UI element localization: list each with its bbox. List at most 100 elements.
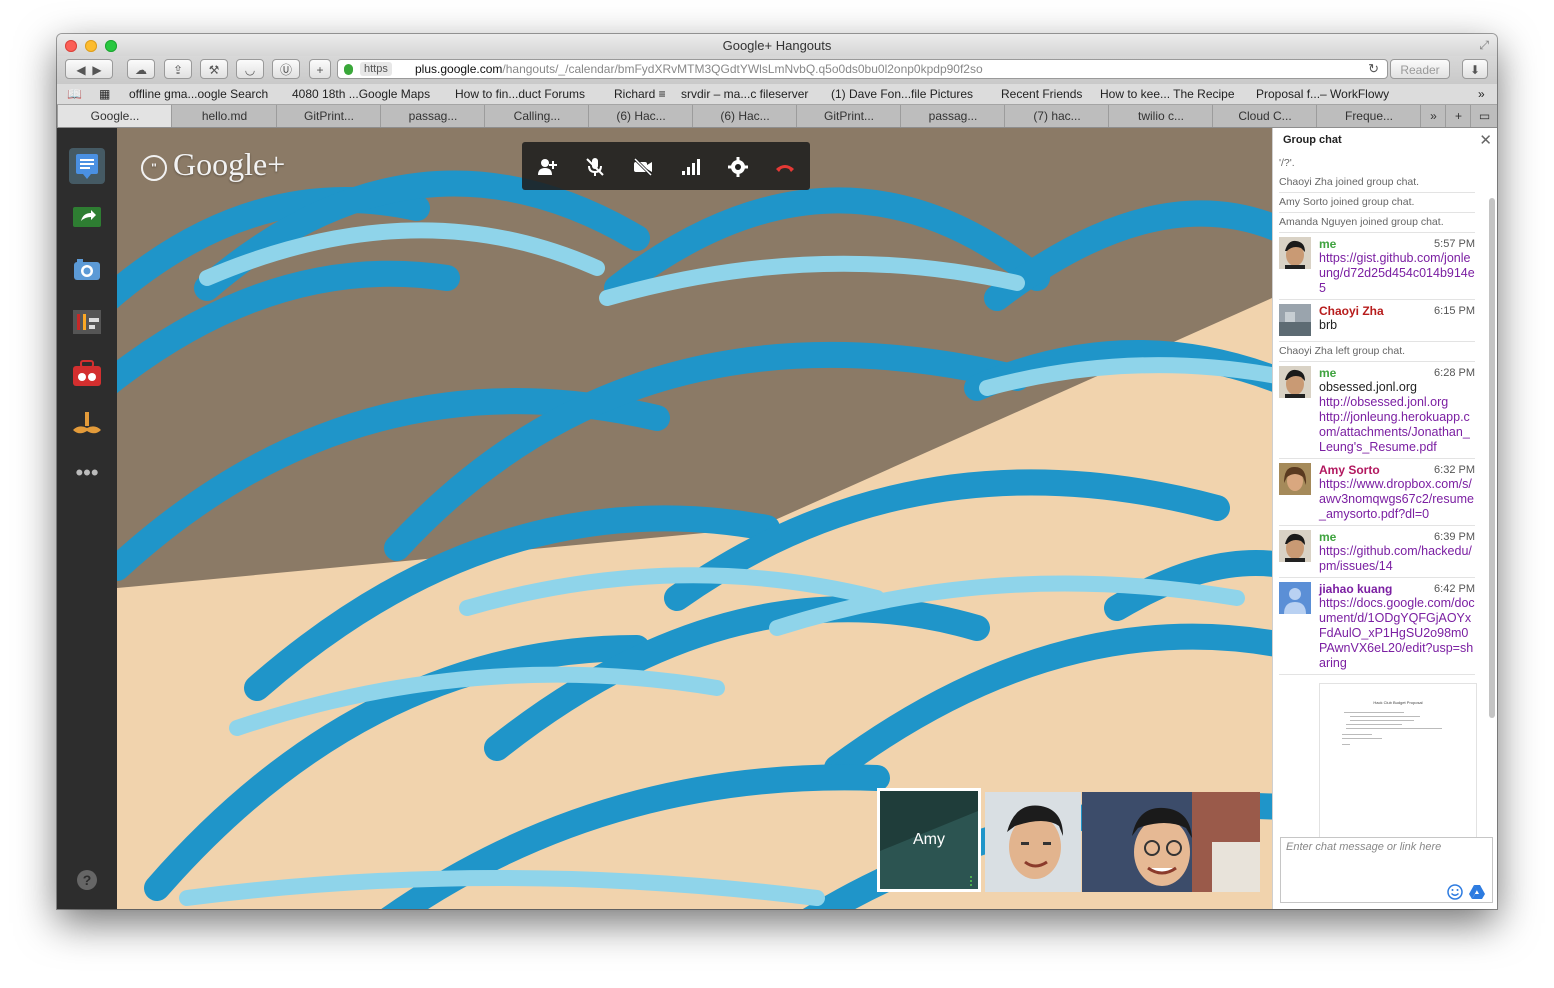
- message-link[interactable]: http://obsessed.jonl.org: [1319, 395, 1475, 410]
- forward-arrow-icon[interactable]: ▶: [92, 63, 101, 77]
- end-call-icon[interactable]: [774, 156, 796, 178]
- message-time: 6:28 PM: [1434, 367, 1475, 379]
- pocket-icon: ◡: [244, 63, 256, 77]
- google-plus-wordmark: Google+: [173, 146, 286, 182]
- pocket-button[interactable]: ◡: [236, 59, 264, 79]
- reload-icon[interactable]: ↻: [1368, 60, 1379, 78]
- top-sites-icon[interactable]: ▦: [99, 87, 110, 101]
- participant-thumbnail-video[interactable]: [985, 792, 1081, 892]
- tab[interactable]: Freque...: [1316, 105, 1421, 127]
- bookmark-item[interactable]: How to fin...duct Forums: [455, 87, 585, 101]
- chat-message: Chaoyi Zha 6:15 PM brb: [1279, 300, 1475, 342]
- mute-microphone-icon[interactable]: [584, 156, 606, 178]
- bookmark-item[interactable]: (1) Dave Fon...file Pictures: [831, 87, 973, 101]
- add-tab-icon[interactable]: +: [1445, 105, 1471, 127]
- bookmark-item[interactable]: Proposal f...– WorkFlowy: [1256, 87, 1389, 101]
- tab[interactable]: (6) Hac...: [588, 105, 693, 127]
- screenshare-app-button[interactable]: [69, 200, 105, 236]
- default-avatar-icon: [1279, 582, 1311, 614]
- tab[interactable]: Calling...: [484, 105, 589, 127]
- reader-button[interactable]: Reader: [1390, 59, 1450, 79]
- participant-thumbnail-video[interactable]: [1082, 792, 1260, 892]
- bookmark-item[interactable]: srvdir – ma...c fileserver: [681, 87, 808, 101]
- avatar: [1279, 366, 1311, 398]
- back-arrow-icon[interactable]: ◀: [76, 63, 85, 77]
- help-icon: ?: [77, 870, 97, 890]
- invite-people-icon[interactable]: [536, 156, 558, 178]
- chat-scrollbar[interactable]: [1489, 198, 1495, 718]
- back-forward-buttons[interactable]: ◀ ▶: [65, 59, 113, 79]
- toolbox-app-button[interactable]: [69, 356, 105, 392]
- message-time: 6:15 PM: [1434, 305, 1475, 317]
- tab[interactable]: GitPrint...: [276, 105, 381, 127]
- message-link[interactable]: https://github.com/hackedu/pm/issues/14: [1319, 544, 1475, 574]
- icloud-tabs-button[interactable]: ☁: [127, 59, 155, 79]
- https-badge: https: [360, 62, 392, 76]
- message-link[interactable]: https://www.dropbox.com/s/awv3nomqwgs67c…: [1319, 477, 1475, 522]
- new-tab-button[interactable]: +: [309, 59, 331, 79]
- tab[interactable]: hello.md: [171, 105, 277, 127]
- tab[interactable]: (6) Hac...: [692, 105, 797, 127]
- close-chat-icon[interactable]: ✕: [1479, 131, 1492, 149]
- chat-input[interactable]: Enter chat message or link here: [1280, 837, 1493, 903]
- message-link[interactable]: https://gist.github.com/jonleung/d72d25d…: [1319, 251, 1475, 296]
- address-bar[interactable]: https plus.google.com/hangouts/_/calenda…: [337, 59, 1388, 79]
- message-link[interactable]: https://docs.google.com/document/d/1ODgY…: [1319, 596, 1475, 671]
- tools-button[interactable]: ⚒: [200, 59, 228, 79]
- avatar: [1279, 463, 1311, 495]
- emoji-icon[interactable]: [1447, 884, 1463, 900]
- participant-video: [985, 792, 1081, 892]
- window-title: Google+ Hangouts: [722, 38, 832, 53]
- tab[interactable]: passag...: [900, 105, 1005, 127]
- bookmark-item[interactable]: How to kee... The Recipe: [1100, 87, 1235, 101]
- more-tabs-icon[interactable]: »: [1420, 105, 1446, 127]
- tab[interactable]: passag...: [380, 105, 485, 127]
- tab-view-icon[interactable]: ▭: [1470, 105, 1497, 127]
- extension-button[interactable]: Ⓤ: [272, 59, 300, 79]
- participant-video: [1082, 792, 1260, 892]
- message-link[interactable]: http://jonleung.herokuapp.com/attachment…: [1319, 410, 1475, 455]
- chat-message: me 6:39 PM https://github.com/hackedu/pm…: [1279, 526, 1475, 578]
- system-message: Chaoyi Zha joined group chat.: [1279, 173, 1475, 193]
- url-host: plus.google.com: [415, 62, 503, 76]
- fullscreen-icon[interactable]: ⤢: [1479, 38, 1489, 53]
- settings-gear-icon[interactable]: [727, 156, 749, 178]
- bookmarks-bar: 📖 ▦ offline gma...oogle Search 4080 18th…: [57, 84, 1497, 104]
- bookmark-item[interactable]: offline gma...oogle Search: [129, 87, 268, 101]
- tab[interactable]: (7) hac...: [1004, 105, 1109, 127]
- bandwidth-signal-icon[interactable]: [680, 156, 702, 178]
- more-apps-icon[interactable]: •••: [69, 460, 105, 496]
- tab[interactable]: GitPrint...: [796, 105, 901, 127]
- effects-app-button[interactable]: [69, 408, 105, 444]
- reading-list-icon[interactable]: 📖: [67, 87, 82, 101]
- control-room-app-button[interactable]: [69, 304, 105, 340]
- turn-off-camera-icon[interactable]: [632, 156, 654, 178]
- toolbox-icon: [73, 360, 101, 386]
- bookmark-item[interactable]: Recent Friends: [1001, 87, 1082, 101]
- capture-app-button[interactable]: [69, 252, 105, 288]
- cloud-icon: ☁: [135, 63, 147, 77]
- bookmark-item[interactable]: 4080 18th ...Google Maps: [292, 87, 430, 101]
- downloads-button[interactable]: ⬇: [1462, 59, 1488, 79]
- chat-input-placeholder: Enter chat message or link here: [1286, 841, 1442, 853]
- document-preview-title: Hack Club Budget Proposal: [1373, 700, 1423, 705]
- more-bookmarks-icon[interactable]: »: [1478, 87, 1485, 101]
- tab[interactable]: Cloud C...: [1212, 105, 1317, 127]
- svg-text:?: ?: [83, 872, 92, 888]
- url-text[interactable]: plus.google.com/hangouts/_/calendar/bmFy…: [415, 60, 983, 78]
- google-drive-icon[interactable]: [1468, 884, 1486, 900]
- tab[interactable]: Google...: [57, 105, 172, 127]
- message-time: 5:57 PM: [1434, 238, 1475, 250]
- participant-thumbnail-amy[interactable]: Amy: [877, 788, 981, 892]
- message-time: 6:39 PM: [1434, 531, 1475, 543]
- chat-message: jiahao kuang 6:42 PM https://docs.google…: [1279, 578, 1475, 675]
- share-button[interactable]: ⇪: [164, 59, 192, 79]
- help-button[interactable]: ?: [69, 862, 105, 898]
- tab[interactable]: twilio c...: [1108, 105, 1213, 127]
- bookmark-item[interactable]: Richard ≡: [614, 87, 666, 101]
- chat-message: Amy Sorto 6:32 PM https://www.dropbox.co…: [1279, 459, 1475, 526]
- chat-fragment: '/?'.: [1279, 157, 1295, 169]
- document-preview-lines: [1342, 712, 1442, 745]
- document-preview[interactable]: Hack Club Budget Proposal: [1319, 683, 1477, 845]
- chat-app-button[interactable]: [69, 148, 105, 184]
